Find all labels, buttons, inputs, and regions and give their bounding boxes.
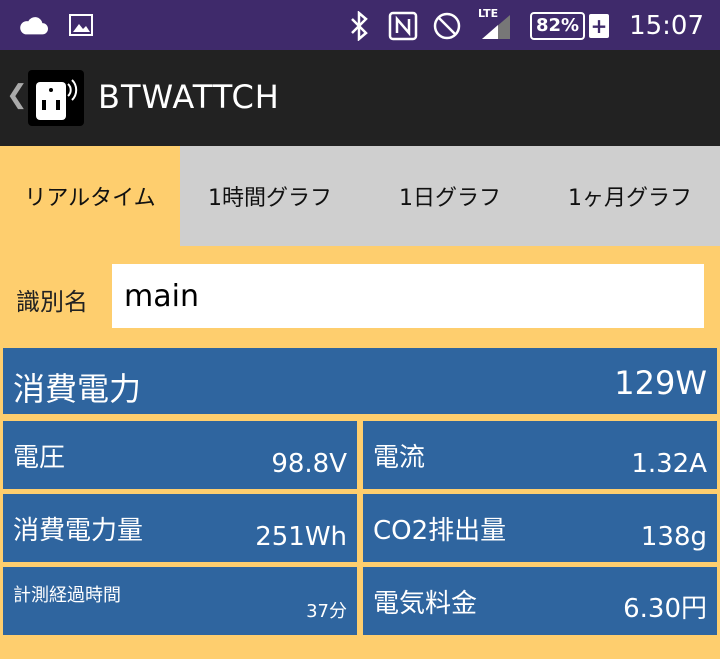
tab-label: 1時間グラフ (208, 186, 332, 211)
clock: 15:07 (629, 11, 704, 41)
cloud-icon (18, 10, 48, 40)
tab-label: 1ヶ月グラフ (568, 186, 692, 211)
voltage-panel: 電圧 98.8V (3, 421, 357, 489)
tab-1month-graph[interactable]: 1ヶ月グラフ (540, 146, 720, 246)
elapsed-time-label: 計測経過時間 (13, 585, 121, 606)
tab-label: リアルタイム (24, 186, 156, 211)
charging-icon: + (589, 14, 610, 38)
current-label: 電流 (373, 443, 426, 473)
tab-bar: リアルタイム 1時間グラフ 1日グラフ 1ヶ月グラフ (0, 146, 720, 246)
tab-realtime[interactable]: リアルタイム (0, 146, 180, 246)
co2-label: CO2排出量 (373, 516, 507, 546)
energy-label: 消費電力量 (13, 516, 144, 546)
identifier-label: 識別名 (16, 288, 88, 316)
network-type: LTE (477, 7, 499, 20)
lte-signal-icon: LTE (476, 7, 516, 41)
image-icon (66, 10, 96, 40)
power-panel: 消費電力 129W (3, 348, 717, 414)
app-bar: ❮ BTWATTCH (0, 50, 720, 146)
app-title: BTWATTCH (98, 78, 280, 116)
cost-value: 6.30円 (623, 594, 707, 624)
back-chevron-icon[interactable]: ❮ (6, 80, 28, 110)
current-panel: 電流 1.32A (363, 421, 717, 489)
current-value: 1.32A (631, 449, 707, 479)
elapsed-time-panel: 計測経過時間 37分 (3, 567, 357, 635)
tab-1hour-graph[interactable]: 1時間グラフ (180, 146, 360, 246)
identifier-input[interactable] (112, 264, 704, 328)
power-value: 129W (614, 364, 707, 402)
battery-indicator: 82% + (529, 12, 610, 40)
power-label: 消費電力 (13, 370, 142, 408)
cost-label: 電気料金 (373, 589, 478, 619)
do-not-disturb-icon (432, 11, 462, 41)
app-logo[interactable] (28, 70, 84, 126)
tab-label: 1日グラフ (399, 186, 501, 211)
co2-value: 138g (640, 522, 707, 552)
energy-value: 251Wh (255, 522, 347, 552)
voltage-value: 98.8V (271, 449, 347, 479)
energy-panel: 消費電力量 251Wh (3, 494, 357, 562)
co2-panel: CO2排出量 138g (363, 494, 717, 562)
bluetooth-icon (344, 11, 374, 41)
tab-1day-graph[interactable]: 1日グラフ (360, 146, 540, 246)
cost-panel: 電気料金 6.30円 (363, 567, 717, 635)
nfc-icon (388, 11, 418, 41)
status-bar: LTE 82% + 15:07 (0, 0, 720, 50)
elapsed-time-value: 37分 (306, 601, 347, 622)
voltage-label: 電圧 (13, 443, 66, 473)
battery-level: 82% (529, 12, 586, 40)
